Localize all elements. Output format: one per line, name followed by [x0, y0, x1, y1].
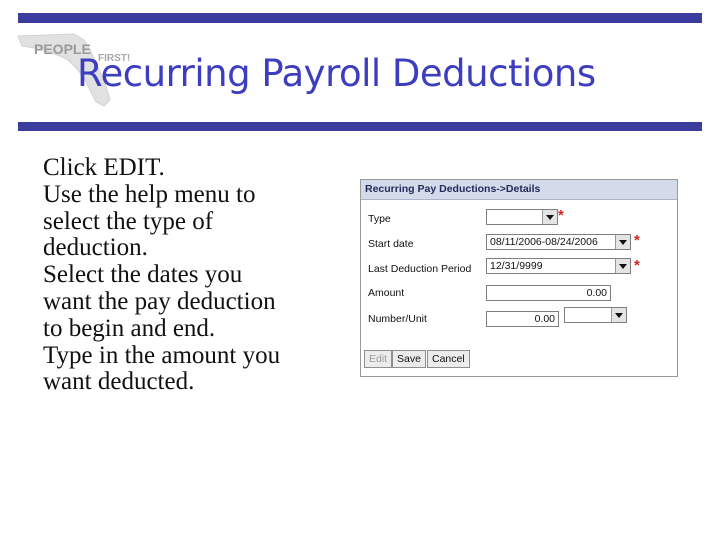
instruction-line: Select the dates you [43, 261, 243, 289]
panel-header: Recurring Pay Deductions->Details [361, 180, 677, 200]
last-deduction-period-select[interactable]: 12/31/9999 [486, 258, 631, 274]
start-date-value: 08/11/2006-08/24/2006 [490, 236, 598, 248]
number-unit-input[interactable]: 0.00 [486, 311, 559, 327]
instruction-line: deduction. [43, 234, 148, 262]
title-underline-bar [18, 122, 702, 131]
amount-label: Amount [368, 287, 405, 299]
instruction-line: Type in the amount you [43, 341, 281, 369]
deduction-details-panel: Recurring Pay Deductions->Details Type *… [360, 179, 678, 377]
instruction-line: want deducted. [43, 368, 195, 396]
amount-input[interactable]: 0.00 [486, 285, 611, 301]
last-deduction-period-value: 12/31/9999 [490, 260, 543, 272]
instruction-line: select the type of [43, 207, 214, 235]
last-deduction-period-label: Last Deduction Period [368, 263, 472, 275]
cancel-button[interactable]: Cancel [427, 350, 470, 368]
instruction-line: to begin and end. [43, 314, 216, 342]
type-label: Type [368, 213, 391, 225]
last-deduction-period-required-marker: * [634, 257, 640, 274]
type-dropdown-arrow-icon[interactable] [542, 210, 557, 224]
instruction-line: want the pay deduction [43, 287, 276, 315]
instruction-line: Use the help menu to [43, 180, 256, 208]
save-button[interactable]: Save [392, 350, 426, 368]
start-date-dropdown-arrow-icon[interactable] [615, 235, 630, 249]
instructions-text: Click EDIT. Use the help menu to select … [43, 154, 343, 396]
page-title: Recurring Payroll Deductions [77, 52, 596, 95]
type-select[interactable] [486, 209, 558, 225]
edit-button[interactable]: Edit [364, 350, 393, 368]
unit-select[interactable] [564, 307, 627, 323]
last-deduction-period-dropdown-arrow-icon[interactable] [615, 259, 630, 273]
top-accent-bar [18, 13, 702, 23]
start-date-required-marker: * [634, 232, 640, 249]
type-required-marker: * [558, 207, 564, 224]
unit-dropdown-arrow-icon[interactable] [611, 308, 626, 322]
start-date-label: Start date [368, 238, 414, 250]
panel-title: Recurring Pay Deductions->Details [365, 183, 541, 195]
number-unit-label: Number/Unit [368, 313, 427, 325]
start-date-select[interactable]: 08/11/2006-08/24/2006 [486, 234, 631, 250]
instruction-line: Click EDIT. [43, 154, 165, 181]
